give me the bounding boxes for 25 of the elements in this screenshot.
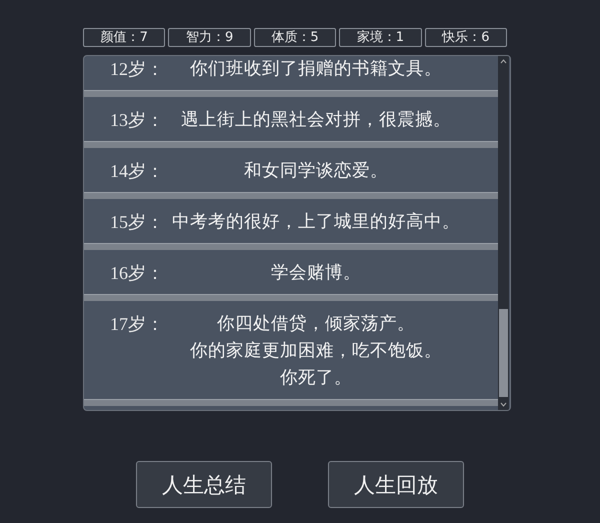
age-label: 17岁： xyxy=(109,313,164,336)
event-text: 你四处借贷，倾家荡产。 xyxy=(216,313,416,336)
scrollbar[interactable] xyxy=(498,56,509,410)
stat-label: 体质：5 xyxy=(254,28,336,47)
event-text: 和女同学谈恋爱。 xyxy=(243,160,389,183)
age-label: 16岁： xyxy=(109,262,164,285)
age-label: 13岁： xyxy=(109,109,164,132)
event-text: 你死了。 xyxy=(279,367,353,390)
scroll-down-icon[interactable] xyxy=(499,400,508,409)
age-label: 15岁： xyxy=(109,211,164,234)
stat-label: 快乐：6 xyxy=(424,28,508,47)
action-button[interactable]: 人生回放 xyxy=(328,461,464,508)
event-text: 遇上街上的黑社会对拼，很震撼。 xyxy=(180,109,452,132)
event-text: 学会赌博。 xyxy=(270,262,362,285)
event-text: 你们班收到了捐赠的书籍文具。 xyxy=(189,58,443,81)
event-text: 中考考的很好，上了城里的好高中。 xyxy=(171,211,461,234)
age-label: 12岁： xyxy=(109,58,164,81)
stat-label: 智力：9 xyxy=(168,28,251,47)
stat-label: 家境：1 xyxy=(339,28,422,47)
scrollbar-thumb[interactable] xyxy=(499,309,508,397)
stat-label: 颜值：7 xyxy=(83,28,166,47)
scroll-up-icon[interactable] xyxy=(499,57,508,66)
age-label: 14岁： xyxy=(109,160,164,183)
event-text: 你的家庭更加困难，吃不饱饭。 xyxy=(189,340,443,363)
action-button[interactable]: 人生总结 xyxy=(136,461,272,508)
